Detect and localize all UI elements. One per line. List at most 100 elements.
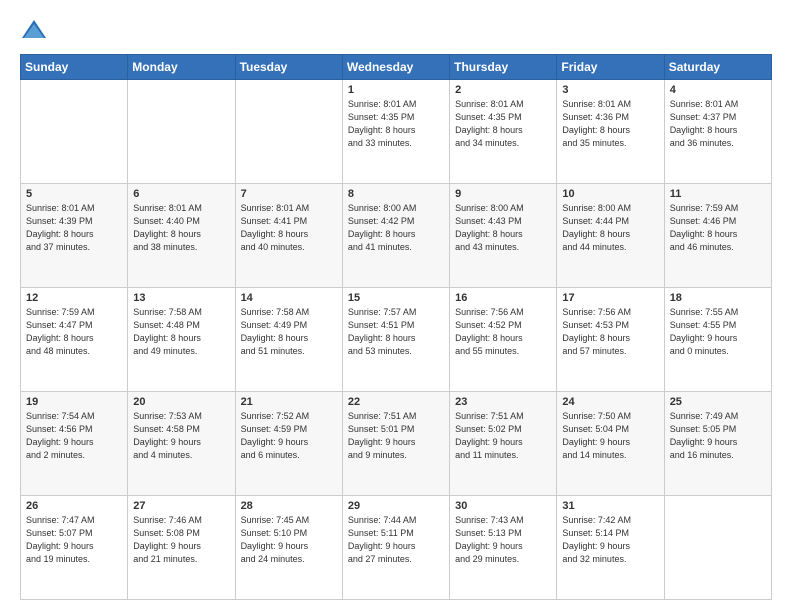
day-info: Sunrise: 7:49 AM Sunset: 5:05 PM Dayligh… [670,410,766,462]
day-number: 21 [241,396,337,408]
calendar-cell: 5 Sunrise: 8:01 AM Sunset: 4:39 PM Daylig… [21,184,128,288]
day-number: 6 [133,188,229,200]
day-info: Sunrise: 7:59 AM Sunset: 4:46 PM Dayligh… [670,202,766,254]
calendar-cell: 10 Sunrise: 8:00 AM Sunset: 4:44 PM Dayli… [557,184,664,288]
day-number: 28 [241,500,337,512]
day-info: Sunrise: 8:01 AM Sunset: 4:40 PM Dayligh… [133,202,229,254]
weekday-header-wednesday: Wednesday [342,55,449,80]
day-info: Sunrise: 7:44 AM Sunset: 5:11 PM Dayligh… [348,514,444,566]
day-number: 12 [26,292,122,304]
header [20,16,772,44]
weekday-header-sunday: Sunday [21,55,128,80]
week-row-2: 5 Sunrise: 8:01 AM Sunset: 4:39 PM Daylig… [21,184,772,288]
day-number: 19 [26,396,122,408]
weekday-header-thursday: Thursday [450,55,557,80]
day-number: 27 [133,500,229,512]
calendar-cell: 4Sunrise: 8:01 AM Sunset: 4:37 PM Daylig… [664,80,771,184]
calendar-cell: 8Sunrise: 8:00 AM Sunset: 4:42 PM Daylig… [342,184,449,288]
logo-icon [20,16,48,44]
calendar-cell: 23 Sunrise: 7:51 AM Sunset: 5:02 PM Dayli… [450,392,557,496]
calendar-cell: 25 Sunrise: 7:49 AM Sunset: 5:05 PM Dayli… [664,392,771,496]
day-number: 1 [348,84,444,96]
day-number: 17 [562,292,658,304]
day-info: Sunrise: 7:51 AM Sunset: 5:02 PM Dayligh… [455,410,551,462]
day-info: Sunrise: 7:56 AM Sunset: 4:53 PM Dayligh… [562,306,658,358]
day-info: Sunrise: 8:00 AM Sunset: 4:42 PM Dayligh… [348,202,444,254]
weekday-header-friday: Friday [557,55,664,80]
day-info: Sunrise: 7:56 AM Sunset: 4:52 PM Dayligh… [455,306,551,358]
calendar-cell: 18 Sunrise: 7:55 AM Sunset: 4:55 PM Dayli… [664,288,771,392]
calendar-cell: 1 Sunrise: 8:01 AM Sunset: 4:35 PM Daylig… [342,80,449,184]
day-info: Sunrise: 7:43 AM Sunset: 5:13 PM Dayligh… [455,514,551,566]
calendar-cell: 2 Sunrise: 8:01 AM Sunset: 4:35 PM Daylig… [450,80,557,184]
day-info: Sunrise: 7:51 AM Sunset: 5:01 PM Dayligh… [348,410,444,462]
calendar-cell: 26 Sunrise: 7:47 AM Sunset: 5:07 PM Dayli… [21,496,128,600]
calendar-cell [235,80,342,184]
week-row-3: 12 Sunrise: 7:59 AM Sunset: 4:47 PM Dayli… [21,288,772,392]
day-number: 23 [455,396,551,408]
day-info: Sunrise: 7:55 AM Sunset: 4:55 PM Dayligh… [670,306,766,358]
day-info: Sunrise: 8:01 AM Sunset: 4:39 PM Dayligh… [26,202,122,254]
calendar-cell: 22Sunrise: 7:51 AM Sunset: 5:01 PM Dayli… [342,392,449,496]
day-info: Sunrise: 8:01 AM Sunset: 4:35 PM Dayligh… [455,98,551,150]
day-info: Sunrise: 7:58 AM Sunset: 4:48 PM Dayligh… [133,306,229,358]
day-info: Sunrise: 7:59 AM Sunset: 4:47 PM Dayligh… [26,306,122,358]
day-number: 18 [670,292,766,304]
day-number: 7 [241,188,337,200]
day-info: Sunrise: 8:01 AM Sunset: 4:36 PM Dayligh… [562,98,658,150]
calendar-cell: 30 Sunrise: 7:43 AM Sunset: 5:13 PM Dayli… [450,496,557,600]
day-number: 14 [241,292,337,304]
day-number: 15 [348,292,444,304]
calendar-cell: 14 Sunrise: 7:58 AM Sunset: 4:49 PM Dayli… [235,288,342,392]
day-number: 11 [670,188,766,200]
calendar-cell: 29 Sunrise: 7:44 AM Sunset: 5:11 PM Dayli… [342,496,449,600]
day-info: Sunrise: 7:42 AM Sunset: 5:14 PM Dayligh… [562,514,658,566]
calendar-cell: 21 Sunrise: 7:52 AM Sunset: 4:59 PM Dayli… [235,392,342,496]
week-row-1: 1 Sunrise: 8:01 AM Sunset: 4:35 PM Daylig… [21,80,772,184]
calendar-cell: 20 Sunrise: 7:53 AM Sunset: 4:58 PM Dayli… [128,392,235,496]
day-info: Sunrise: 8:01 AM Sunset: 4:41 PM Dayligh… [241,202,337,254]
day-number: 26 [26,500,122,512]
day-info: Sunrise: 7:47 AM Sunset: 5:07 PM Dayligh… [26,514,122,566]
day-number: 2 [455,84,551,96]
day-number: 3 [562,84,658,96]
day-info: Sunrise: 7:53 AM Sunset: 4:58 PM Dayligh… [133,410,229,462]
logo [20,16,52,44]
page: SundayMondayTuesdayWednesdayThursdayFrid… [0,0,792,612]
calendar-cell: 17 Sunrise: 7:56 AM Sunset: 4:53 PM Dayli… [557,288,664,392]
calendar-cell: 6 Sunrise: 8:01 AM Sunset: 4:40 PM Daylig… [128,184,235,288]
calendar-table: SundayMondayTuesdayWednesdayThursdayFrid… [20,54,772,600]
calendar-cell: 3 Sunrise: 8:01 AM Sunset: 4:36 PM Daylig… [557,80,664,184]
day-info: Sunrise: 7:46 AM Sunset: 5:08 PM Dayligh… [133,514,229,566]
day-info: Sunrise: 8:01 AM Sunset: 4:35 PM Dayligh… [348,98,444,150]
calendar-cell: 16 Sunrise: 7:56 AM Sunset: 4:52 PM Dayli… [450,288,557,392]
day-info: Sunrise: 7:52 AM Sunset: 4:59 PM Dayligh… [241,410,337,462]
week-row-4: 19 Sunrise: 7:54 AM Sunset: 4:56 PM Dayli… [21,392,772,496]
day-number: 9 [455,188,551,200]
weekday-header-tuesday: Tuesday [235,55,342,80]
day-number: 10 [562,188,658,200]
day-number: 13 [133,292,229,304]
day-info: Sunrise: 7:50 AM Sunset: 5:04 PM Dayligh… [562,410,658,462]
weekday-header-monday: Monday [128,55,235,80]
day-number: 29 [348,500,444,512]
calendar-cell: 15Sunrise: 7:57 AM Sunset: 4:51 PM Dayli… [342,288,449,392]
weekday-header-saturday: Saturday [664,55,771,80]
day-number: 5 [26,188,122,200]
calendar-cell: 11 Sunrise: 7:59 AM Sunset: 4:46 PM Dayli… [664,184,771,288]
calendar-cell: 13 Sunrise: 7:58 AM Sunset: 4:48 PM Dayli… [128,288,235,392]
calendar-cell [128,80,235,184]
day-info: Sunrise: 8:00 AM Sunset: 4:43 PM Dayligh… [455,202,551,254]
calendar-cell: 28Sunrise: 7:45 AM Sunset: 5:10 PM Dayli… [235,496,342,600]
day-info: Sunrise: 7:54 AM Sunset: 4:56 PM Dayligh… [26,410,122,462]
day-info: Sunrise: 7:58 AM Sunset: 4:49 PM Dayligh… [241,306,337,358]
calendar-cell: 27 Sunrise: 7:46 AM Sunset: 5:08 PM Dayli… [128,496,235,600]
calendar-cell: 24Sunrise: 7:50 AM Sunset: 5:04 PM Dayli… [557,392,664,496]
weekday-header-row: SundayMondayTuesdayWednesdayThursdayFrid… [21,55,772,80]
day-number: 20 [133,396,229,408]
week-row-5: 26 Sunrise: 7:47 AM Sunset: 5:07 PM Dayli… [21,496,772,600]
day-number: 30 [455,500,551,512]
day-number: 25 [670,396,766,408]
day-number: 16 [455,292,551,304]
day-info: Sunrise: 8:00 AM Sunset: 4:44 PM Dayligh… [562,202,658,254]
